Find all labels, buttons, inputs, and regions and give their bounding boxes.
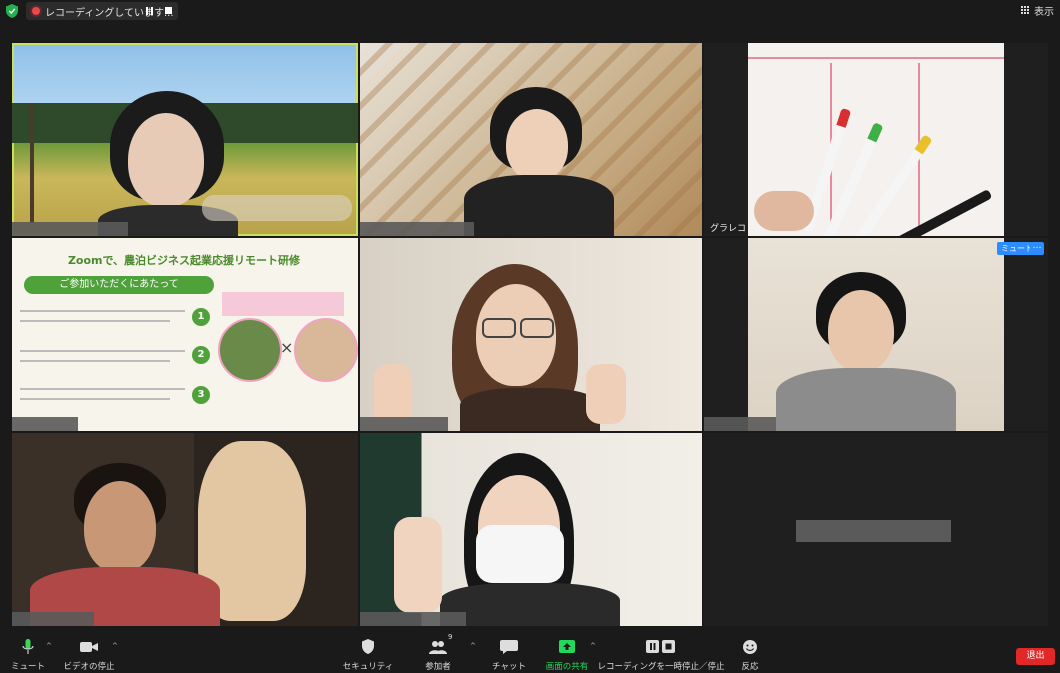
flyer-pink-box	[222, 292, 344, 316]
flyer-item-number-3: 3	[192, 386, 210, 404]
meeting-toolbar: ミュート ^ ビデオの停止 ^ セキュリティ 9 参加者 ^ チャット 画面の共…	[0, 630, 1060, 673]
chat-bubble-icon	[500, 640, 518, 654]
video-tile-participant-1[interactable]	[12, 43, 358, 236]
flyer-photo-2	[294, 318, 358, 382]
video-tile-participant-2[interactable]	[360, 43, 702, 236]
participant-body	[776, 368, 956, 431]
participant-name-label	[360, 612, 466, 626]
shield-icon	[362, 639, 374, 654]
smiley-icon	[743, 640, 757, 654]
chat-label: チャット	[492, 662, 526, 672]
stop-recording-icon[interactable]	[165, 7, 172, 14]
video-tile-participant-7[interactable]	[12, 433, 358, 626]
security-label: セキュリティ	[342, 662, 394, 672]
flyer-section-pill: ご参加いただくにあたって	[24, 276, 214, 294]
flyer-item-number-2: 2	[192, 346, 210, 364]
microphone-icon	[22, 639, 34, 654]
share-screen-button[interactable]: 画面の共有	[546, 630, 588, 673]
chat-button[interactable]: チャット	[492, 630, 526, 673]
hand	[754, 191, 814, 231]
participant-name-label	[12, 612, 94, 626]
peace-hand-right	[586, 364, 626, 424]
recording-dot-icon	[32, 7, 40, 15]
participant-name-label	[12, 222, 128, 236]
participant-body	[464, 175, 614, 236]
face-mask	[476, 525, 564, 583]
shield-icon[interactable]	[6, 4, 18, 18]
peace-hand-left	[374, 364, 412, 424]
participants-icon	[429, 641, 447, 654]
participant-name-label	[360, 222, 474, 236]
stop-video-label: ビデオの停止	[63, 662, 115, 672]
glasses-icon	[482, 318, 516, 338]
participant-face	[128, 113, 204, 207]
flyer-title: Zoomで、農泊ビジネス起業応援リモート研修	[67, 254, 301, 267]
pause-recording-icon[interactable]	[146, 7, 154, 15]
view-button-label: 表示	[1034, 7, 1054, 18]
top-bar: レコーディングしています... 表示	[0, 0, 1060, 22]
more-options-icon[interactable]: …	[1030, 242, 1044, 255]
participants-button[interactable]: 9 参加者	[422, 630, 454, 673]
participants-options-chevron-icon[interactable]: ^	[470, 642, 476, 650]
share-screen-icon	[559, 640, 575, 653]
participant-body	[440, 583, 620, 626]
graphic-recording-label: グラレコ	[708, 221, 749, 234]
view-button[interactable]: 表示	[1021, 3, 1054, 18]
stop-video-button[interactable]: ビデオの停止	[63, 630, 115, 673]
participants-label: 参加者	[425, 662, 451, 672]
recording-status-text: レコーディングしています...	[45, 8, 174, 19]
participant-name-placeholder	[796, 520, 951, 542]
video-options-chevron-icon[interactable]: ^	[112, 642, 118, 650]
reactions-button[interactable]: 反応	[736, 630, 764, 673]
audio-options-chevron-icon[interactable]: ^	[46, 642, 52, 650]
mute-button[interactable]: ミュート	[10, 630, 46, 673]
participant-name-label	[704, 417, 776, 431]
flyer-item-number-1: 1	[192, 308, 210, 326]
participant-face	[84, 481, 156, 573]
security-button[interactable]: セキュリティ	[343, 630, 393, 673]
video-tile-participant-9-video-off[interactable]	[704, 433, 1048, 626]
pause-stop-recording-icon	[646, 640, 675, 653]
video-camera-icon	[80, 642, 98, 652]
video-tile-participant-8[interactable]	[360, 433, 702, 626]
participants-count: 9	[448, 633, 453, 641]
participant-face	[506, 109, 568, 181]
virtual-background-logo	[30, 103, 74, 223]
participant-body	[460, 388, 600, 431]
video-tile-participant-5[interactable]	[360, 238, 702, 431]
flyer-photo-1	[218, 318, 282, 382]
pause-stop-recording-button[interactable]: レコーディングを一時停止／停止	[598, 630, 724, 673]
video-tile-graphic-recording[interactable]: グラレコ	[704, 43, 1048, 236]
share-options-chevron-icon[interactable]: ^	[590, 642, 596, 650]
participant-face	[828, 290, 894, 372]
share-screen-label: 画面の共有	[545, 662, 589, 672]
background-people	[202, 195, 352, 221]
leave-meeting-button[interactable]: 退出	[1016, 648, 1055, 665]
video-tile-participant-6[interactable]: ミュート …	[704, 238, 1048, 431]
participant-name-label	[12, 417, 78, 431]
mute-label: ミュート	[10, 662, 46, 672]
peace-hand	[394, 517, 442, 613]
grid-view-icon	[1021, 6, 1030, 15]
recording-indicator: レコーディングしています...	[26, 2, 178, 20]
pause-stop-recording-label: レコーディングを一時停止／停止	[597, 662, 725, 672]
flyer-x-mark: ×	[280, 338, 294, 357]
video-tile-flyer[interactable]: Zoomで、農泊ビジネス起業応援リモート研修 ご参加いただくにあたって 1 2 …	[12, 238, 358, 431]
participant-name-label	[360, 417, 448, 431]
reactions-label: 反応	[741, 662, 759, 672]
